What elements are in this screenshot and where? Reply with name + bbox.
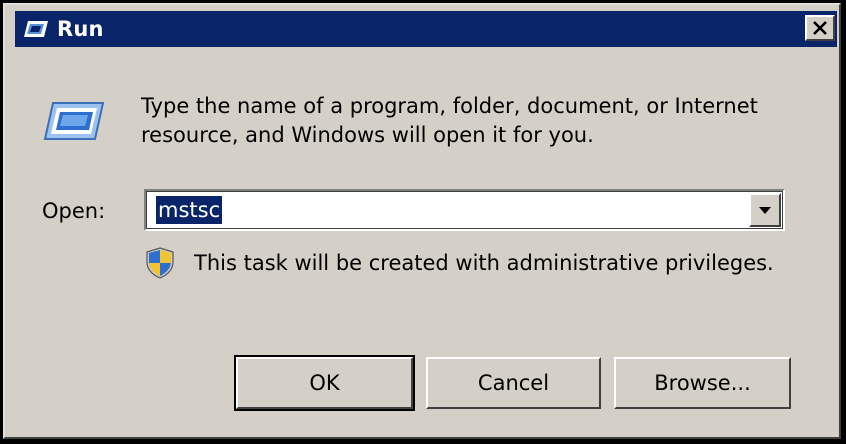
close-icon (813, 21, 827, 35)
run-description: Type the name of a program, folder, docu… (141, 94, 758, 147)
close-button[interactable] (805, 15, 835, 41)
admin-notice: This task will be created with administr… (194, 251, 774, 275)
window-title: Run (57, 17, 104, 41)
cancel-button[interactable]: Cancel (426, 357, 601, 409)
uac-shield-icon (145, 247, 175, 279)
title-bar[interactable]: Run (15, 11, 837, 47)
open-input[interactable]: mstsc (156, 196, 223, 224)
run-icon (23, 20, 49, 38)
dropdown-button[interactable] (749, 193, 781, 227)
open-combobox[interactable]: mstsc (144, 189, 785, 231)
run-dialog: Run Type the name of a program, folder, … (3, 3, 841, 439)
chevron-down-icon (759, 207, 771, 214)
open-label: Open: (42, 199, 106, 223)
browse-button[interactable]: Browse... (614, 357, 791, 409)
ok-button[interactable]: OK (234, 355, 415, 411)
run-program-icon (43, 101, 105, 141)
